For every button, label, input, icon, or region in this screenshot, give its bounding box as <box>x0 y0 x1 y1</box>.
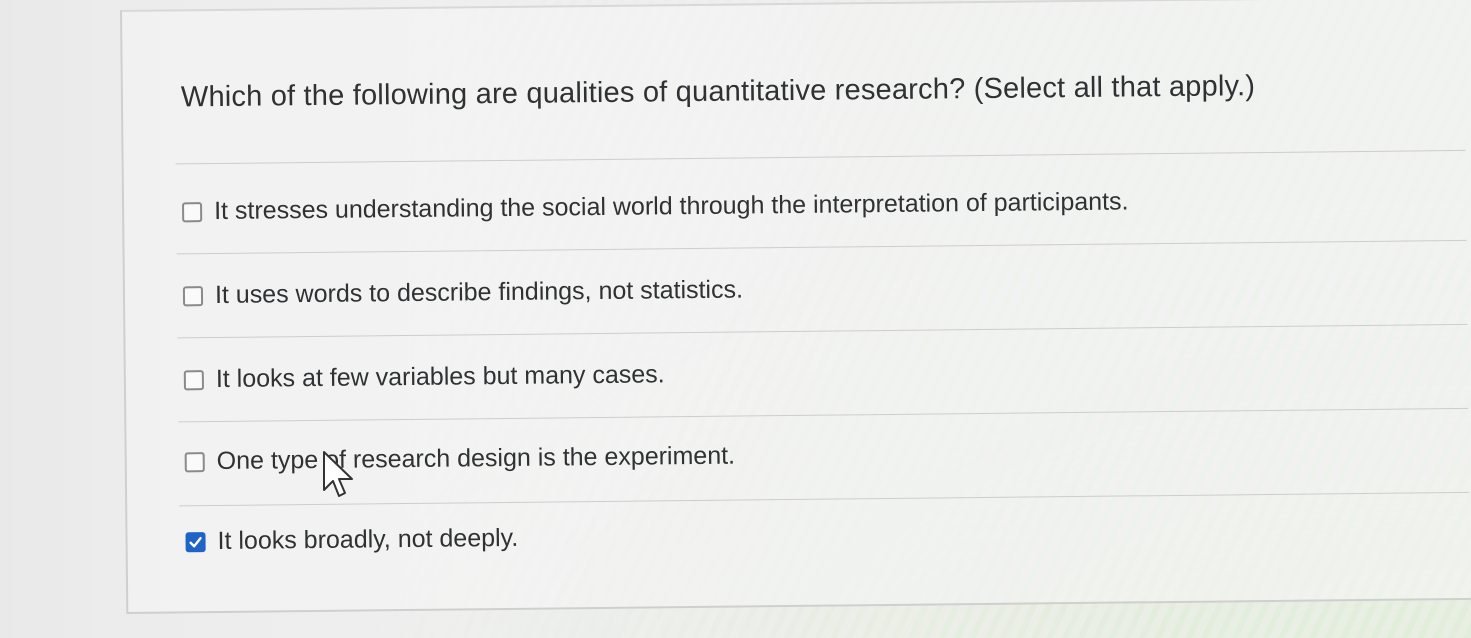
option-label: It looks broadly, not deeply. <box>217 523 519 556</box>
divider <box>177 323 1468 339</box>
checkbox-option-2[interactable] <box>182 285 204 306</box>
divider <box>176 239 1467 255</box>
divider <box>179 491 1470 507</box>
option-5[interactable]: It looks broadly, not deeply. <box>185 524 518 556</box>
checkbox-option-4[interactable] <box>184 451 205 472</box>
question-text: Which of the following are qualities of … <box>180 70 1256 114</box>
question-card: Which of the following are qualities of … <box>120 0 1471 614</box>
option-1[interactable]: It stresses understanding the social wor… <box>182 187 1129 226</box>
option-label: One type of research design is the exper… <box>216 441 736 476</box>
checkbox-option-1[interactable] <box>182 201 203 222</box>
option-4[interactable]: One type of research design is the exper… <box>184 441 736 477</box>
checkbox-option-3[interactable] <box>183 369 204 390</box>
option-label: It uses words to describe findings, not … <box>214 275 744 310</box>
divider <box>178 407 1469 423</box>
option-label: It stresses understanding the social wor… <box>213 187 1129 226</box>
option-label: It looks at few variables but many cases… <box>215 360 665 394</box>
option-2[interactable]: It uses words to describe findings, not … <box>182 275 744 310</box>
checkbox-option-5[interactable] <box>185 531 206 552</box>
divider <box>175 149 1466 165</box>
option-3[interactable]: It looks at few variables but many cases… <box>183 360 665 394</box>
checkmark-icon <box>189 536 202 547</box>
